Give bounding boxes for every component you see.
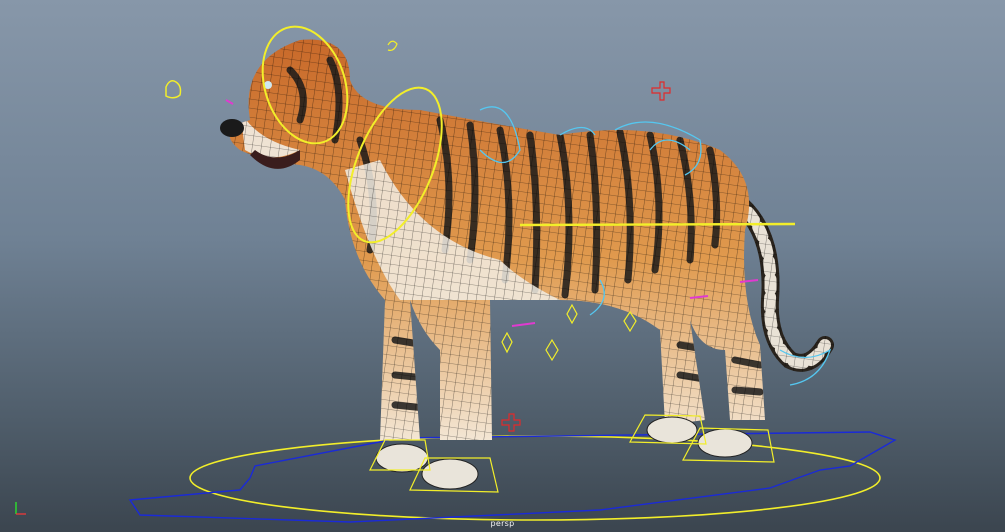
- view-axis-gizmo: [15, 502, 26, 515]
- pole-vector-locators[interactable]: [501, 303, 637, 362]
- camera-name-label: persp: [490, 519, 515, 528]
- tiger-rig-scene[interactable]: [0, 0, 1005, 532]
- tiger-body-mesh[interactable]: [0, 0, 1005, 532]
- root-control-ellipse[interactable]: [128, 431, 897, 523]
- maya-perspective-viewport[interactable]: persp: [0, 0, 1005, 532]
- tiger-paws[interactable]: [375, 416, 753, 490]
